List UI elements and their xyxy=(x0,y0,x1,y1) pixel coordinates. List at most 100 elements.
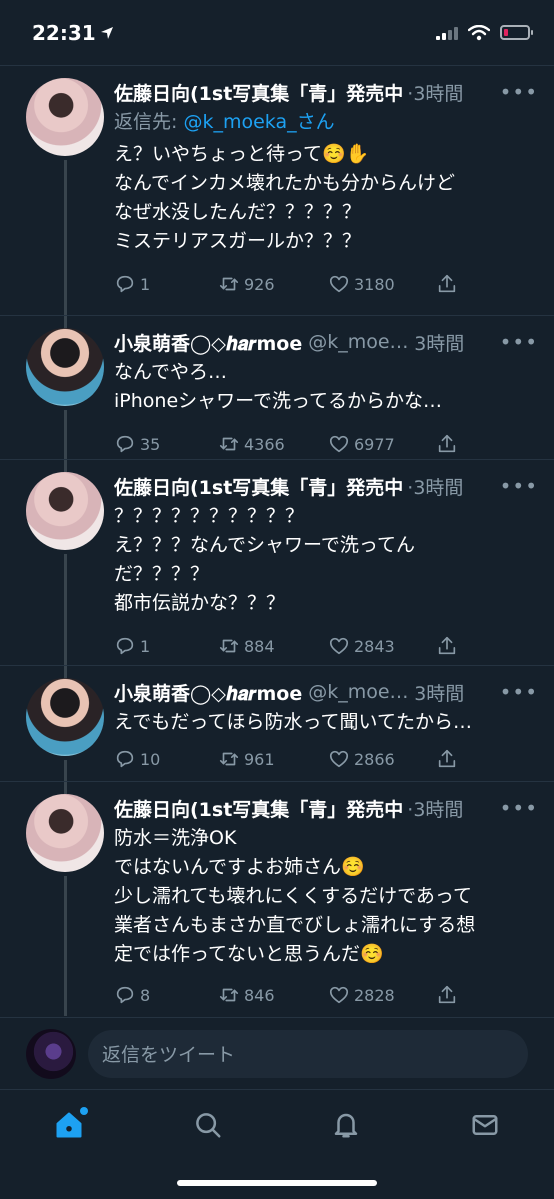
reply-input[interactable]: 返信をツイート xyxy=(88,1029,528,1078)
author-handle[interactable]: @k_moeka_ xyxy=(308,331,410,353)
more-icon[interactable]: ••• xyxy=(490,796,538,820)
like-count: 6977 xyxy=(354,434,395,454)
thread-line xyxy=(64,760,67,782)
tweet-text: えでもだってほら防水って聞いてたから… xyxy=(114,711,472,733)
reply-count: 35 xyxy=(140,434,161,454)
like-button[interactable]: 2866 xyxy=(328,748,436,770)
like-count: 2866 xyxy=(354,749,395,769)
retweet-count: 961 xyxy=(244,749,275,769)
share-icon xyxy=(438,636,456,655)
retweet-button[interactable]: 961 xyxy=(218,748,328,770)
reply-button[interactable]: 10 xyxy=(114,748,218,770)
heart-icon xyxy=(329,275,349,293)
tweet[interactable]: 佐藤日向(1st写真集「青」発売中 ·3時間 ••• 防水＝洗浄OK ではないん… xyxy=(0,782,554,1016)
reply-icon xyxy=(116,275,134,293)
my-avatar[interactable] xyxy=(26,1028,76,1079)
tweet-text: なんでやろ… iPhoneシャワーで洗ってるからかな… xyxy=(114,361,443,412)
mail-icon xyxy=(472,1115,498,1135)
battery-icon xyxy=(500,25,533,40)
tweet-time: 3時間 xyxy=(414,682,465,705)
reply-icon xyxy=(116,435,134,453)
reply-count: 1 xyxy=(140,274,151,294)
like-button[interactable]: 2843 xyxy=(328,635,436,657)
tweet-time: ·3時間 xyxy=(407,798,464,821)
share-button[interactable] xyxy=(436,748,458,770)
reply-button[interactable]: 35 xyxy=(114,433,218,455)
heart-icon xyxy=(329,986,349,1004)
thread-line xyxy=(64,554,67,666)
tweet[interactable]: 佐藤日向(1st写真集「青」発売中 ·3時間 ••• ？？？？？？？？？？ え？… xyxy=(0,460,554,666)
author-name[interactable]: 小泉萌香◯◇𝒉𝒂𝒓𝗺𝗼𝗲 xyxy=(114,329,302,356)
thread-line xyxy=(64,876,67,1016)
thread-line xyxy=(64,666,67,678)
avatar[interactable] xyxy=(26,328,104,406)
retweet-icon xyxy=(219,752,239,766)
wifi-icon xyxy=(468,24,490,40)
author-name[interactable]: 佐藤日向(1st写真集「青」発売中 xyxy=(114,795,403,822)
heart-icon xyxy=(329,435,349,453)
retweet-icon xyxy=(219,988,239,1002)
more-icon[interactable]: ••• xyxy=(490,330,538,354)
tweet-actions: 1 926 3180 xyxy=(114,264,538,304)
heart-icon xyxy=(329,750,349,768)
tweet[interactable]: 小泉萌香◯◇𝒉𝒂𝒓𝗺𝗼𝗲 @k_moeka_ 3時間 ••• なんでやろ… iP… xyxy=(0,316,554,460)
like-count: 2843 xyxy=(354,636,395,656)
retweet-button[interactable]: 884 xyxy=(218,635,328,657)
reply-icon xyxy=(116,637,134,655)
tab-search[interactable] xyxy=(191,1108,225,1142)
retweet-count: 4366 xyxy=(244,434,285,454)
reply-button[interactable]: 8 xyxy=(114,984,218,1006)
like-count: 2828 xyxy=(354,985,395,1005)
tab-notifications[interactable] xyxy=(329,1108,363,1142)
tweet-time: ·3時間 xyxy=(407,476,464,499)
tweet-actions: 1 884 2843 xyxy=(114,626,538,666)
replying-to: 返信先: @k_moeka_さん xyxy=(114,108,538,136)
tab-home[interactable] xyxy=(52,1107,88,1142)
home-indicator xyxy=(177,1180,377,1186)
reply-button[interactable]: 1 xyxy=(114,273,218,295)
share-button[interactable] xyxy=(436,984,458,1006)
retweet-count: 846 xyxy=(244,985,275,1005)
tweet-text: 防水＝洗浄OK ではないんですよお姉さん☺️ 少し濡れても壊れにくくするだけであ… xyxy=(114,827,476,965)
reply-composer: 返信をツイート xyxy=(0,1017,554,1089)
retweet-count: 926 xyxy=(244,274,275,294)
thread-line xyxy=(64,160,67,316)
tweet-time: 3時間 xyxy=(414,332,465,355)
retweet-button[interactable]: 4366 xyxy=(218,433,328,455)
share-button[interactable] xyxy=(436,635,458,657)
tweet[interactable]: 小泉萌香◯◇𝒉𝒂𝒓𝗺𝗼𝗲 @k_moeka_ 3時間 ••• えでもだってほら防… xyxy=(0,666,554,782)
like-button[interactable]: 6977 xyxy=(328,433,436,455)
reply-icon xyxy=(116,750,134,768)
avatar[interactable] xyxy=(26,78,104,156)
tweet-actions: 10 961 2866 xyxy=(114,739,538,779)
reply-button[interactable]: 1 xyxy=(114,635,218,657)
avatar[interactable] xyxy=(26,472,104,550)
author-name[interactable]: 小泉萌香◯◇𝒉𝒂𝒓𝗺𝗼𝗲 xyxy=(114,679,302,706)
share-icon xyxy=(438,434,456,453)
share-icon xyxy=(438,985,456,1004)
more-icon[interactable]: ••• xyxy=(490,474,538,498)
tab-messages[interactable] xyxy=(468,1108,502,1142)
avatar[interactable] xyxy=(26,678,104,756)
author-name[interactable]: 佐藤日向(1st写真集「青」発売中 xyxy=(114,79,403,106)
retweet-button[interactable]: 926 xyxy=(218,273,328,295)
reply-mention-link[interactable]: @k_moeka_さん xyxy=(183,111,334,133)
like-button[interactable]: 2828 xyxy=(328,984,436,1006)
retweet-icon xyxy=(219,277,239,291)
share-button[interactable] xyxy=(436,273,458,295)
retweet-button[interactable]: 846 xyxy=(218,984,328,1006)
share-button[interactable] xyxy=(436,433,458,455)
like-button[interactable]: 3180 xyxy=(328,273,436,295)
tweet-thread: 佐藤日向(1st写真集「青」発売中 ·3時間 ••• 返信先: @k_moeka… xyxy=(0,66,554,1016)
more-icon[interactable]: ••• xyxy=(490,680,538,704)
tweet-time: ·3時間 xyxy=(407,82,464,105)
retweet-count: 884 xyxy=(244,636,275,656)
retweet-icon xyxy=(219,437,239,451)
author-handle[interactable]: @k_moeka_ xyxy=(308,681,410,703)
tweet-actions: 35 4366 6977 xyxy=(114,424,538,464)
more-icon[interactable]: ••• xyxy=(490,80,538,104)
author-name[interactable]: 佐藤日向(1st写真集「青」発売中 xyxy=(114,473,403,500)
status-indicators xyxy=(436,24,533,41)
tweet[interactable]: 佐藤日向(1st写真集「青」発売中 ·3時間 ••• 返信先: @k_moeka… xyxy=(0,66,554,316)
avatar[interactable] xyxy=(26,794,104,872)
